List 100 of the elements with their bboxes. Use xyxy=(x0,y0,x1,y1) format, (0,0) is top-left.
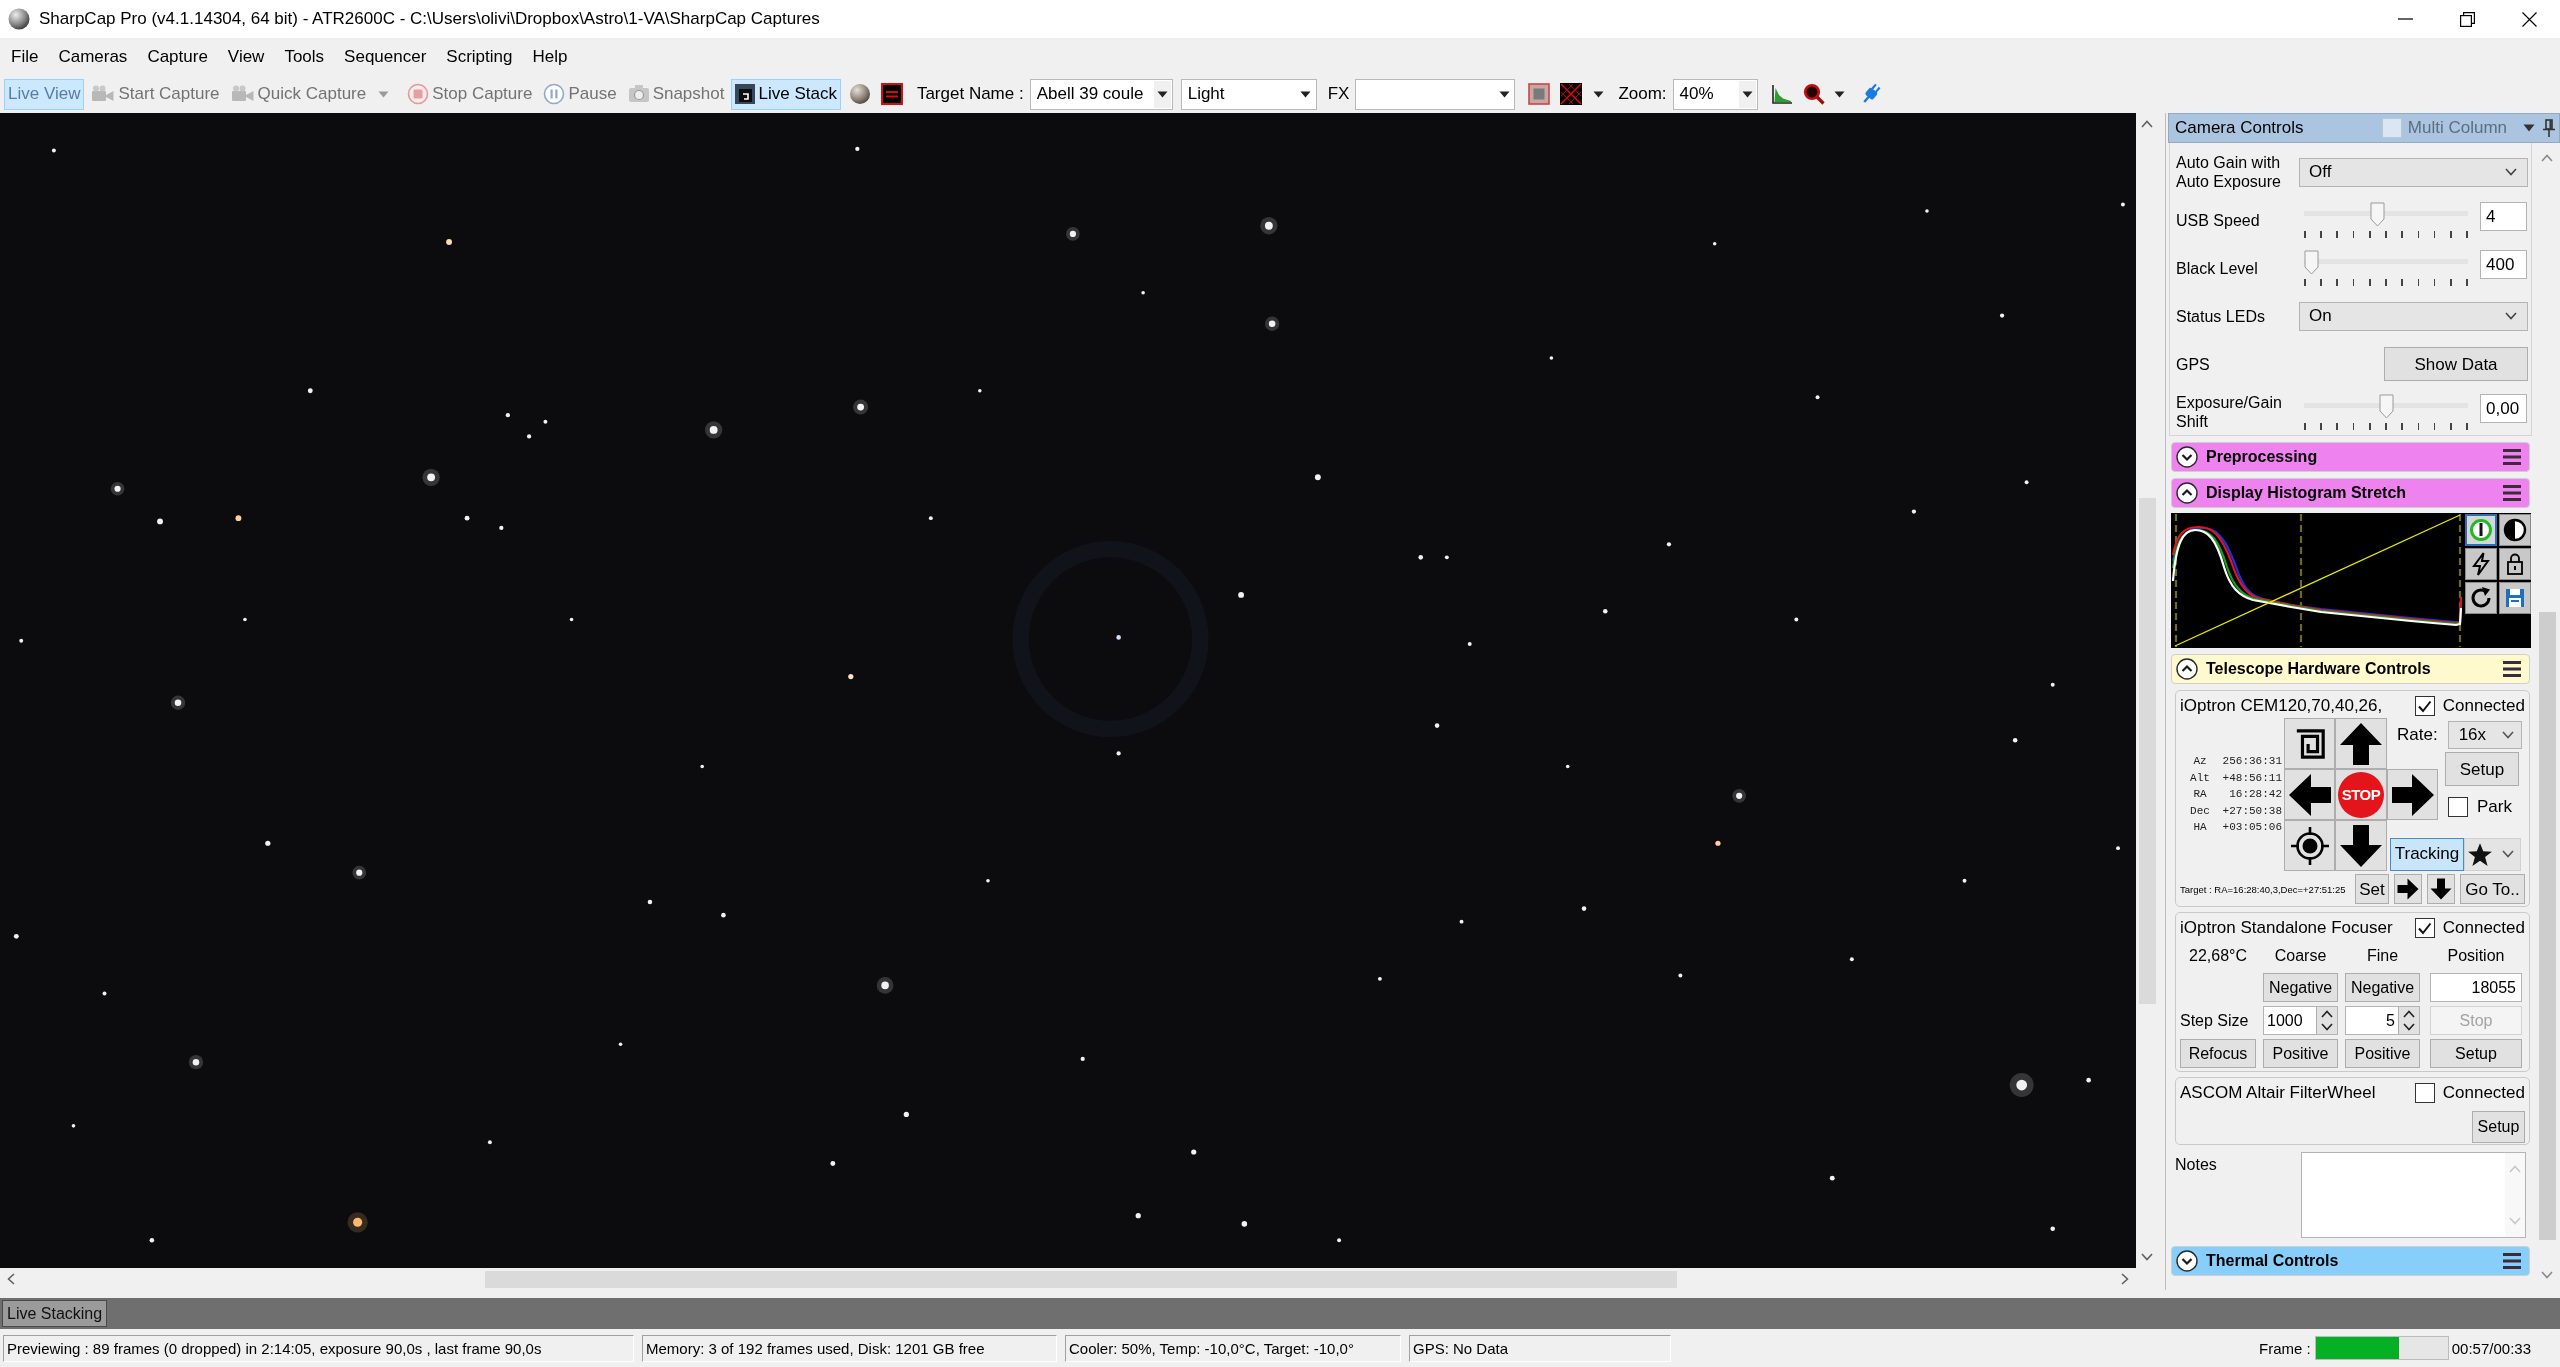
tracking-button[interactable]: Tracking xyxy=(2390,837,2464,871)
chevron-up-icon[interactable] xyxy=(2321,1009,2333,1018)
checkbox[interactable] xyxy=(2414,696,2435,716)
arrow-right-button[interactable] xyxy=(2394,874,2422,904)
slider-thumb[interactable] xyxy=(2378,394,2394,419)
flash-button[interactable] xyxy=(2465,548,2497,580)
chevron-down-icon[interactable] xyxy=(2403,1023,2415,1032)
chevron-down-icon[interactable] xyxy=(2176,446,2198,468)
menu-item[interactable]: File xyxy=(1,42,49,71)
go-to-button[interactable]: Go To.. xyxy=(2460,874,2525,904)
level-marker[interactable] xyxy=(2174,514,2178,647)
zoom-dropdown[interactable]: 40% xyxy=(1672,78,1758,110)
number-field[interactable]: 1000 xyxy=(2263,1006,2338,1035)
arrow-down-button[interactable] xyxy=(2427,874,2455,904)
dock-tab[interactable]: Live Stacking xyxy=(2,1300,108,1327)
slider-thumb[interactable] xyxy=(2369,202,2385,227)
caret-icon[interactable] xyxy=(1741,90,1753,98)
checkbox[interactable] xyxy=(2448,797,2468,817)
caret-icon[interactable] xyxy=(1833,90,1845,98)
cross-icon[interactable] xyxy=(1560,83,1583,105)
menu-icon[interactable] xyxy=(2503,449,2521,465)
arrow-up-button[interactable] xyxy=(2335,718,2387,769)
arrow-left-button[interactable] xyxy=(2284,769,2335,820)
negative-button[interactable]: Negative xyxy=(2263,973,2338,1002)
caret-icon[interactable] xyxy=(1498,90,1510,98)
power-button[interactable] xyxy=(2465,514,2497,546)
menu-item[interactable]: Sequencer xyxy=(334,42,437,71)
menu-item[interactable]: Capture xyxy=(137,42,218,71)
value-field[interactable]: 400 xyxy=(2480,250,2527,279)
dropdown[interactable]: Off xyxy=(2299,157,2528,187)
target-name-field[interactable]: Abell 39 coule xyxy=(1029,78,1173,110)
contrast-button[interactable] xyxy=(2499,514,2531,546)
crosshair-button[interactable] xyxy=(2284,820,2335,871)
spiral-button[interactable] xyxy=(2284,718,2335,769)
power-icon xyxy=(2468,517,2494,543)
lock-button[interactable] xyxy=(2499,548,2531,580)
frame-icon[interactable] xyxy=(880,83,903,105)
chevron-down-icon[interactable] xyxy=(2176,1250,2198,1272)
caret-icon[interactable] xyxy=(2523,124,2535,132)
chevron-up-icon[interactable] xyxy=(2176,658,2198,680)
menu-icon[interactable] xyxy=(2503,661,2521,677)
save-button[interactable] xyxy=(2499,582,2531,614)
histogram-icon[interactable] xyxy=(1770,83,1793,105)
position-field[interactable]: 18055 xyxy=(2430,973,2522,1002)
menu-item[interactable]: Tools xyxy=(274,42,335,71)
chevron-down-icon[interactable] xyxy=(2321,1023,2333,1032)
menu-item[interactable]: View xyxy=(217,42,275,71)
section-header[interactable]: Thermal Controls xyxy=(2171,1246,2530,1276)
chevron-down-icon[interactable] xyxy=(2505,312,2517,320)
checkbox[interactable] xyxy=(2414,918,2435,938)
menu-icon[interactable] xyxy=(2503,485,2521,501)
value-field[interactable]: 0,00 xyxy=(2480,394,2527,423)
section-header[interactable]: Display Histogram Stretch xyxy=(2171,478,2530,508)
caret-icon[interactable] xyxy=(1593,90,1605,98)
caret-icon[interactable] xyxy=(1156,90,1168,98)
frame-type-dropdown[interactable]: Light xyxy=(1180,78,1317,110)
close-icon xyxy=(2521,11,2537,27)
dropdown[interactable]: 16x xyxy=(2447,721,2522,749)
level-marker[interactable] xyxy=(2458,514,2462,647)
positive-button[interactable]: Positive xyxy=(2345,1039,2420,1068)
setup-button[interactable]: Setup xyxy=(2445,752,2519,786)
stop-button[interactable]: STOP xyxy=(2335,769,2387,820)
chevron-down-icon[interactable] xyxy=(2505,168,2517,176)
slider-thumb[interactable] xyxy=(2304,250,2319,275)
caret-icon[interactable] xyxy=(1300,90,1312,98)
menu-item[interactable]: Scripting xyxy=(436,42,523,71)
section-header[interactable]: Preprocessing xyxy=(2171,442,2530,472)
refocus-button[interactable]: Refocus xyxy=(2180,1039,2256,1068)
field-label: USB Speed xyxy=(2176,210,2261,230)
menu-icon[interactable] xyxy=(2503,1253,2521,1269)
chevron-down-icon[interactable] xyxy=(2501,731,2514,739)
set-button[interactable]: Set xyxy=(2355,874,2389,904)
checkbox[interactable] xyxy=(2414,1083,2435,1103)
menu-item[interactable]: Cameras xyxy=(48,42,138,71)
chevron-left-icon[interactable] xyxy=(7,1273,15,1285)
scrollbar-thumb[interactable] xyxy=(2538,612,2556,1240)
stack-button[interactable]: Live Stack xyxy=(731,78,841,110)
reset-button[interactable] xyxy=(2465,582,2497,614)
value-field[interactable]: 4 xyxy=(2480,202,2527,231)
magnifier-icon[interactable] xyxy=(1802,83,1825,105)
positive-button[interactable]: Positive xyxy=(2263,1039,2338,1068)
sphere-icon[interactable] xyxy=(848,83,871,105)
number-field[interactable]: 5 xyxy=(2345,1006,2420,1035)
show-data-button[interactable]: Show Data xyxy=(2384,347,2528,381)
chevron-up-icon[interactable] xyxy=(2176,482,2198,504)
menu-item[interactable]: Help xyxy=(522,42,578,71)
arrow-right-button[interactable] xyxy=(2387,769,2438,820)
dropdown[interactable]: On xyxy=(2299,301,2528,331)
device-name: ASCOM Altair FilterWheel xyxy=(2180,1083,2377,1103)
arrow-down-button[interactable] xyxy=(2335,820,2387,871)
chevron-right-icon[interactable] xyxy=(2121,1273,2129,1285)
pin-icon[interactable] xyxy=(2543,119,2555,137)
tracking-mode-dropdown[interactable] xyxy=(2464,837,2521,871)
setup-button[interactable]: Setup xyxy=(2430,1039,2522,1068)
section-header[interactable]: Telescope Hardware Controls xyxy=(2171,654,2530,684)
level-marker[interactable] xyxy=(2299,514,2303,647)
setup-button[interactable]: Setup xyxy=(2472,1111,2525,1143)
negative-button[interactable]: Negative xyxy=(2345,973,2420,1002)
chevron-up-icon[interactable] xyxy=(2403,1009,2415,1018)
square-icon[interactable] xyxy=(1528,83,1551,105)
